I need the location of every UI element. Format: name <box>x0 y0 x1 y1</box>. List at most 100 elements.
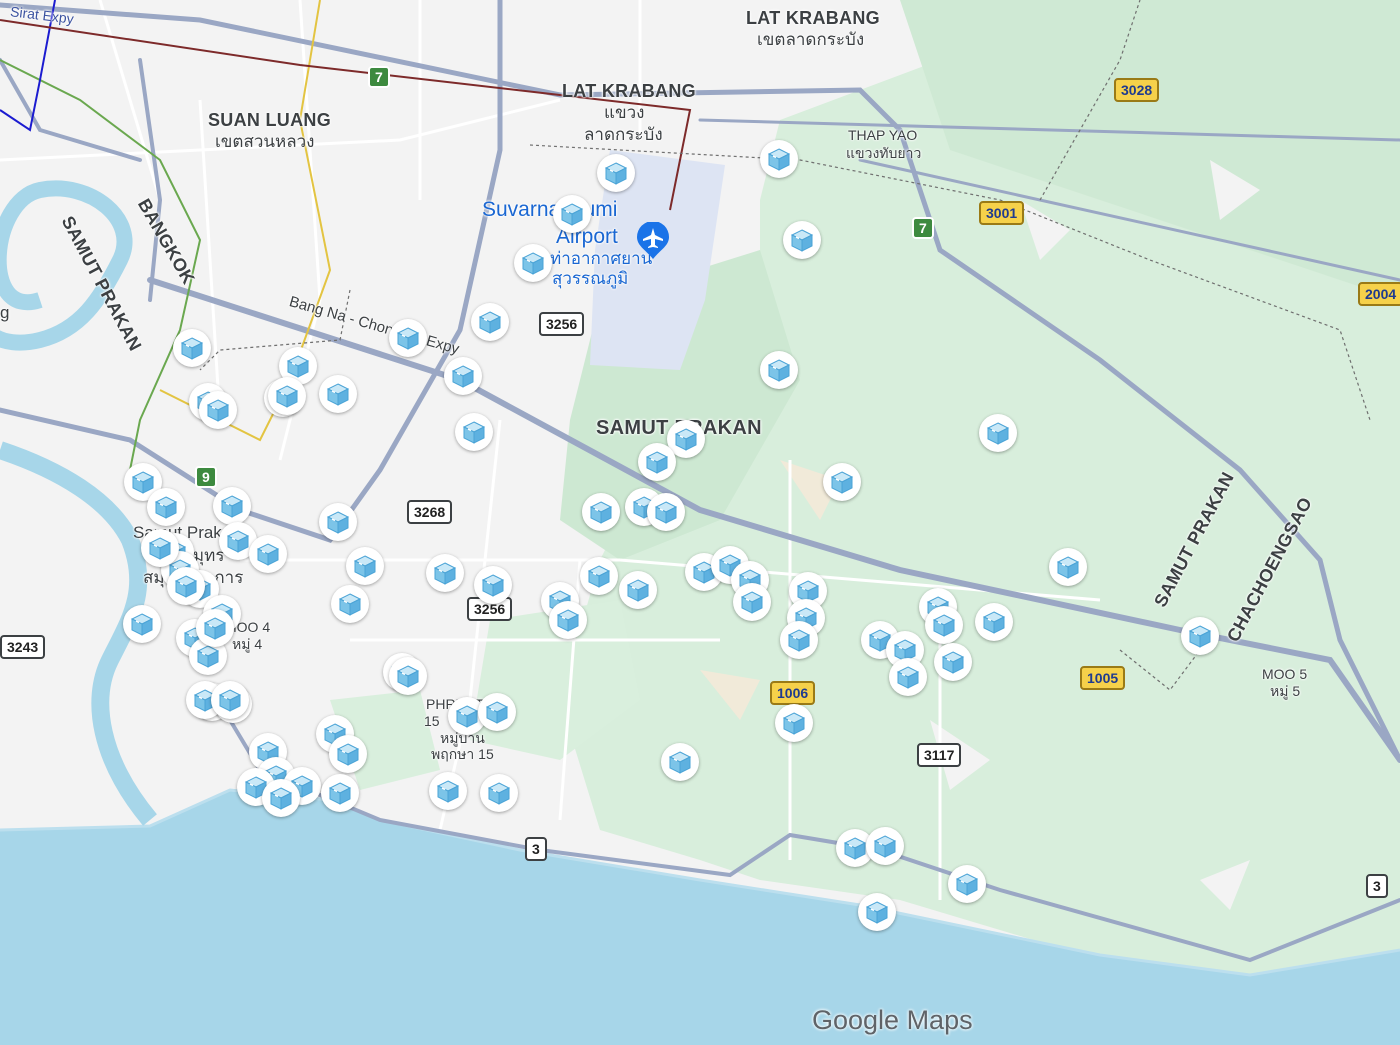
map-marker[interactable] <box>1181 617 1219 655</box>
map-marker[interactable] <box>331 585 369 623</box>
ice-cube-icon <box>982 611 1006 634</box>
map-marker[interactable] <box>638 443 676 481</box>
map-marker[interactable] <box>141 529 179 567</box>
map-marker[interactable] <box>249 535 287 573</box>
map-marker[interactable] <box>321 774 359 812</box>
map-marker[interactable] <box>389 657 427 695</box>
route-shield-3-east: 3 <box>1366 874 1388 898</box>
ice-cube-icon <box>203 617 227 640</box>
map-marker[interactable] <box>429 772 467 810</box>
ice-cube-icon <box>645 451 669 474</box>
map-marker[interactable] <box>514 244 552 282</box>
map-marker[interactable] <box>775 704 813 742</box>
map-marker[interactable] <box>760 351 798 389</box>
map-marker[interactable] <box>173 329 211 367</box>
map-canvas[interactable]: Sirat Expy LAT KRABANG เขตลาดกระบัง LAT … <box>0 0 1400 1045</box>
map-marker[interactable] <box>319 503 357 541</box>
village-label-moo4-th: หมู่ 4 <box>232 636 263 652</box>
map-marker[interactable] <box>478 693 516 731</box>
map-marker[interactable] <box>975 603 1013 641</box>
ice-cube-icon <box>487 782 511 805</box>
map-marker[interactable] <box>760 140 798 178</box>
route-shield-1005: 1005 <box>1080 666 1126 690</box>
map-marker[interactable] <box>480 774 518 812</box>
map-marker[interactable] <box>934 643 972 681</box>
ice-cube-icon <box>767 359 791 382</box>
map-marker[interactable] <box>582 493 620 531</box>
map-marker[interactable] <box>647 493 685 531</box>
map-marker[interactable] <box>199 391 237 429</box>
map-marker[interactable] <box>1049 548 1087 586</box>
ice-cube-icon <box>256 543 280 566</box>
ice-cube-icon <box>180 337 204 360</box>
map-marker[interactable] <box>319 375 357 413</box>
ice-cube-icon <box>654 501 678 524</box>
map-marker[interactable] <box>889 658 927 696</box>
map-marker[interactable] <box>329 735 367 773</box>
map-marker[interactable] <box>123 605 161 643</box>
ice-cube-icon <box>740 591 764 614</box>
map-marker[interactable] <box>619 571 657 609</box>
ice-cube-icon <box>587 565 611 588</box>
route-shield-9: 9 <box>195 466 217 488</box>
ice-cube-icon <box>941 651 965 674</box>
ice-cube-icon <box>196 645 220 668</box>
map-marker[interactable] <box>167 567 205 605</box>
map-marker[interactable] <box>553 195 591 233</box>
map-marker[interactable] <box>147 488 185 526</box>
ice-cube-icon <box>485 701 509 724</box>
map-marker[interactable] <box>426 554 464 592</box>
map-marker[interactable] <box>346 547 384 585</box>
map-marker[interactable] <box>455 413 493 451</box>
ice-cube-icon <box>433 562 457 585</box>
poi-label-airport-th2: สุวรรณภูมิ <box>552 269 629 288</box>
map-marker[interactable] <box>979 414 1017 452</box>
map-marker[interactable] <box>580 557 618 595</box>
ice-cube-icon <box>269 787 293 810</box>
map-marker[interactable] <box>780 621 818 659</box>
map-marker[interactable] <box>389 319 427 357</box>
map-marker[interactable] <box>866 827 904 865</box>
ice-cube-icon <box>326 511 350 534</box>
ice-cube-icon <box>955 873 979 896</box>
map-marker[interactable] <box>783 221 821 259</box>
map-marker[interactable] <box>268 377 306 415</box>
ice-cube-icon <box>396 327 420 350</box>
airplane-icon <box>637 221 669 259</box>
map-marker[interactable] <box>733 583 771 621</box>
map-marker[interactable] <box>444 357 482 395</box>
map-marker[interactable] <box>597 154 635 192</box>
poi-label-suvarnabhumi[interactable]: Suvarnabhumi <box>482 198 617 221</box>
ice-cube-icon <box>174 575 198 598</box>
route-shield-3268: 3268 <box>407 500 453 524</box>
ice-cube-icon <box>154 496 178 519</box>
map-marker[interactable] <box>948 865 986 903</box>
map-marker[interactable] <box>471 303 509 341</box>
map-marker[interactable] <box>213 487 251 525</box>
map-marker[interactable] <box>661 743 699 781</box>
ice-cube-icon <box>226 530 250 553</box>
ice-cube-icon <box>286 355 310 378</box>
village-label-moo5: MOO 5 <box>1262 666 1308 682</box>
map-marker[interactable] <box>925 606 963 644</box>
map-marker[interactable] <box>262 779 300 817</box>
route-shield-3256-north: 3256 <box>539 312 585 336</box>
map-marker[interactable] <box>474 566 512 604</box>
ice-cube-icon <box>478 311 502 334</box>
map-marker[interactable] <box>196 609 234 647</box>
map-marker[interactable] <box>823 463 861 501</box>
ice-cube-icon <box>436 780 460 803</box>
ice-cube-icon <box>604 162 628 185</box>
airport-marker[interactable] <box>636 221 670 260</box>
route-shield-3028: 3028 <box>1114 78 1160 102</box>
map-marker[interactable] <box>549 601 587 639</box>
route-shield-3243: 3243 <box>0 635 46 659</box>
village-label-phru15-num: 15 <box>424 713 440 729</box>
ice-cube-icon <box>328 782 352 805</box>
map-marker[interactable] <box>858 893 896 931</box>
ice-cube-icon <box>767 148 791 171</box>
map-marker[interactable] <box>211 681 249 719</box>
ice-cube-icon <box>396 665 420 688</box>
ice-cube-icon <box>668 751 692 774</box>
ice-cube-icon <box>626 579 650 602</box>
